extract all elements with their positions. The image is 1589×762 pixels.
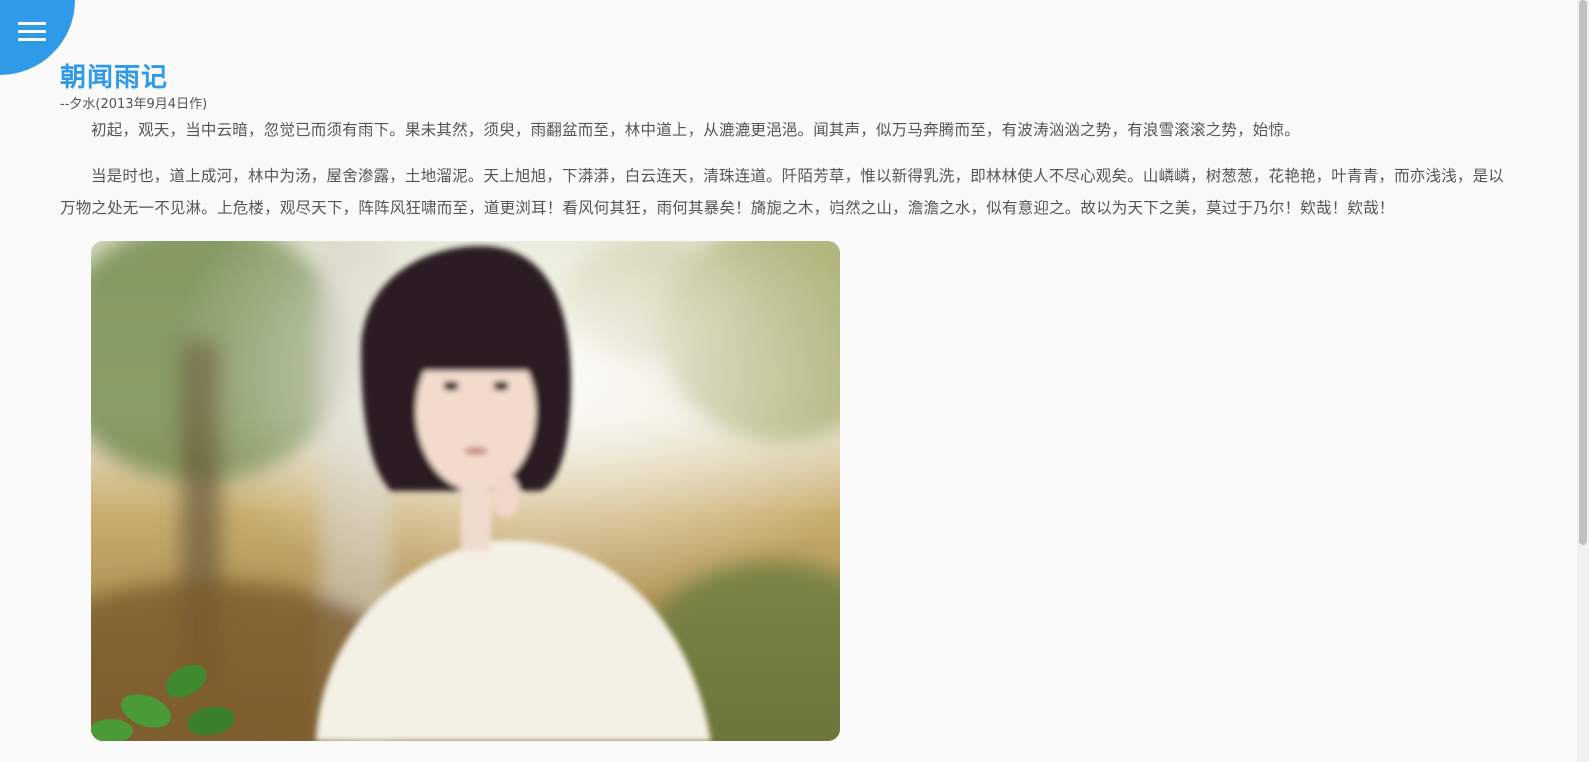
- article-byline: --夕水(2013年9月4日作): [60, 97, 208, 112]
- article-paragraph: 初起，观天，当中云暗，忽觉已而须有雨下。果未其然，须臾，雨翻盆而至，林中道上，从…: [91, 121, 1300, 139]
- scrollbar-thumb[interactable]: [1579, 0, 1587, 545]
- article-paragraph: 当是时也，道上成河，林中为汤，屋舍渗露，土地溜泥。天上旭旭，下漭漭，白云连天，清…: [60, 167, 1505, 217]
- article-photo: [91, 241, 840, 741]
- page-scrollbar[interactable]: [1577, 0, 1589, 762]
- article-title: 朝闻雨记: [60, 63, 169, 93]
- hamburger-menu-icon[interactable]: [18, 22, 46, 42]
- article: 朝闻雨记 --夕水(2013年9月4日作) 初起，观天，当中云暗，忽觉已而须有雨…: [60, 60, 1515, 224]
